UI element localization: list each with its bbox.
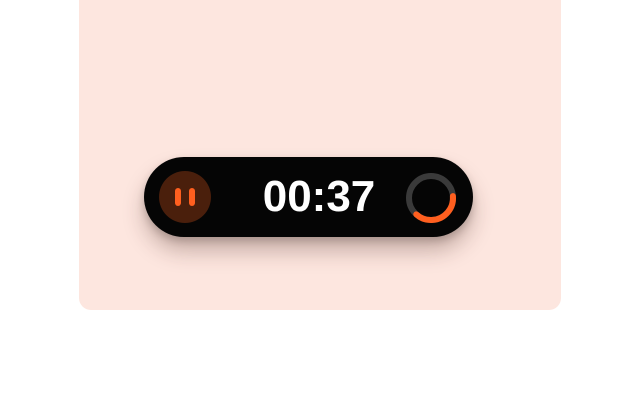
- pause-icon-bar-right: [189, 188, 195, 206]
- pause-button[interactable]: [159, 171, 211, 223]
- timer-pill: 00:37: [144, 157, 473, 237]
- pause-icon-bar-left: [175, 188, 181, 206]
- pause-icon: [175, 188, 195, 206]
- time-readout: 00:37: [262, 172, 376, 221]
- preview-card: [79, 0, 561, 310]
- progress-ring: [406, 173, 456, 223]
